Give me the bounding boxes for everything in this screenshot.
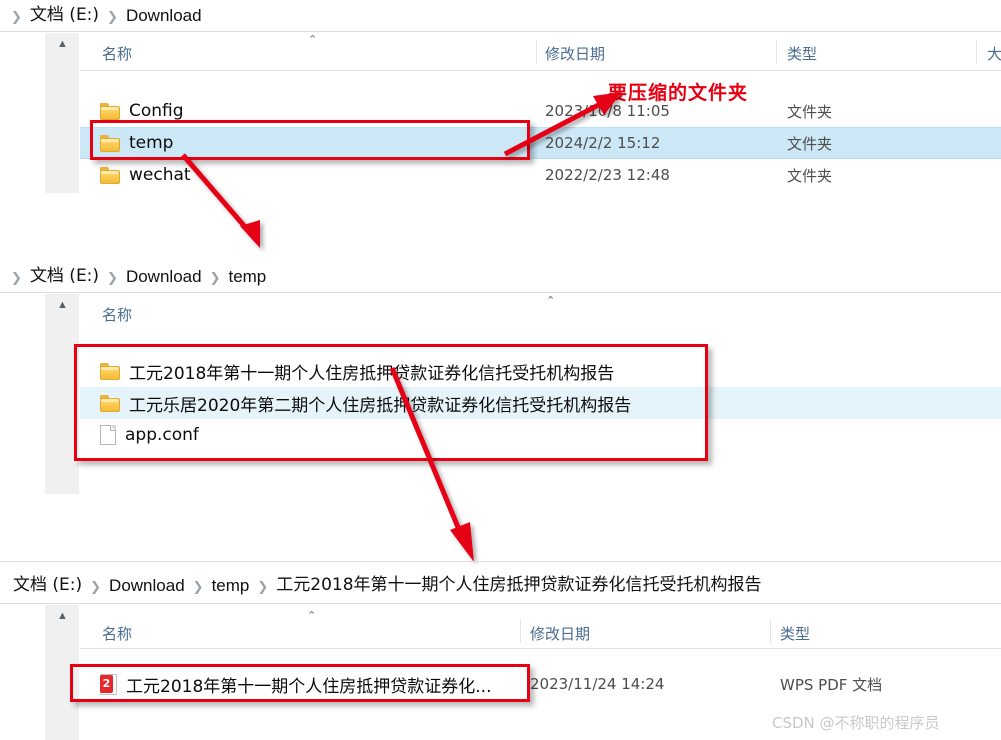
- file-name-cell[interactable]: wechat: [100, 165, 191, 185]
- sort-ascending-icon: ⌃: [546, 294, 556, 307]
- file-type-cell: WPS PDF 文档: [780, 675, 883, 694]
- file-name-cell[interactable]: 2 工元2018年第十一期个人住房抵押贷款证券化...: [100, 672, 491, 697]
- column-header-type[interactable]: 类型: [787, 43, 817, 64]
- breadcrumb-item-download[interactable]: Download: [123, 268, 205, 285]
- breadcrumb-chevron-icon[interactable]: ❯: [252, 579, 273, 595]
- date-modified-cell: 2023/11/24 14:24: [530, 675, 665, 693]
- sort-ascending-icon: ⌃: [307, 609, 317, 622]
- column-header-row-temp: ⌃ 名称: [80, 294, 1001, 332]
- file-name-label: 工元2018年第十一期个人住房抵押贷款证券化...: [126, 676, 492, 697]
- file-name-label: 工元2018年第十一期个人住房抵押贷款证券化信托受托机构报告: [129, 363, 615, 384]
- breadcrumb-item-report[interactable]: 工元2018年第十一期个人住房抵押贷款证券化信托受托机构报告: [273, 577, 764, 594]
- table-row[interactable]: 2 工元2018年第十一期个人住房抵押贷款证券化... 2023/11/24 1…: [80, 668, 1001, 700]
- breadcrumb-chevron-icon[interactable]: ❯: [205, 270, 226, 286]
- breadcrumb-item-download[interactable]: Download: [106, 577, 188, 594]
- vertical-scrollbar-temp[interactable]: ▲: [45, 294, 80, 494]
- screenshot-root: ❯ 文档 (E:) ❯ Download ▲ ⌃ 名称 修改日期 类型 大 Co…: [0, 0, 1001, 740]
- file-name-cell[interactable]: temp: [100, 133, 173, 153]
- column-header-size[interactable]: 大: [987, 43, 1001, 64]
- breadcrumb-item-drive[interactable]: 文档 (E:): [10, 577, 85, 594]
- pdf-file-icon: 2: [100, 673, 117, 695]
- file-type-cell: 文件夹: [787, 102, 833, 121]
- pdf-badge-glyph: 2: [100, 674, 113, 693]
- date-modified-cell: 2022/2/23 12:48: [545, 166, 670, 184]
- column-divider[interactable]: [520, 619, 521, 643]
- file-name-label: Config: [129, 101, 184, 121]
- column-header-name[interactable]: 名称: [102, 304, 132, 325]
- table-row[interactable]: 工元2018年第十一期个人住房抵押贷款证券化信托受托机构报告: [80, 355, 1001, 387]
- breadcrumb-bar-temp[interactable]: ❯ 文档 (E:) ❯ Download ❯ temp: [0, 261, 1001, 293]
- table-row[interactable]: app.conf: [80, 419, 1001, 451]
- folder-icon: [100, 134, 120, 152]
- csdn-watermark: CSDN @不称职的程序员: [772, 714, 940, 732]
- breadcrumb-item-temp[interactable]: temp: [209, 577, 253, 594]
- folder-icon: [100, 102, 120, 120]
- table-row[interactable]: temp 2024/2/2 15:12 文件夹: [80, 127, 1001, 159]
- sort-ascending-icon: ⌃: [308, 33, 318, 46]
- column-divider[interactable]: [536, 40, 537, 64]
- table-row[interactable]: 工元乐居2020年第二期个人住房抵押贷款证券化信托受托机构报告: [80, 387, 1001, 419]
- file-type-cell: 文件夹: [787, 134, 833, 153]
- file-name-label: 工元乐居2020年第二期个人住房抵押贷款证券化信托受托机构报告: [129, 395, 632, 416]
- file-name-cell[interactable]: 工元乐居2020年第二期个人住房抵押贷款证券化信托受托机构报告: [100, 391, 631, 416]
- breadcrumb-chevron-icon: ❯: [11, 8, 22, 24]
- breadcrumb-chevron-icon[interactable]: ❯: [188, 579, 209, 595]
- panel-separator: [0, 561, 1001, 562]
- breadcrumb-bar-download[interactable]: ❯ 文档 (E:) ❯ Download: [0, 0, 1001, 32]
- breadcrumb-item-temp[interactable]: temp: [225, 268, 269, 285]
- scroll-up-icon[interactable]: ▲: [45, 300, 80, 311]
- breadcrumb-item-drive[interactable]: 文档 (E:): [27, 268, 102, 285]
- column-header-name[interactable]: 名称: [102, 623, 132, 644]
- column-header-type[interactable]: 类型: [780, 623, 810, 644]
- breadcrumb-item-download[interactable]: Download: [123, 7, 205, 24]
- scroll-up-icon[interactable]: ▲: [45, 611, 80, 622]
- breadcrumb-chevron-icon: ❯: [11, 269, 22, 285]
- table-row[interactable]: Config 2023/10/8 11:05 文件夹: [80, 95, 1001, 127]
- breadcrumb-chevron-icon[interactable]: ❯: [102, 270, 123, 286]
- annotation-label-compress-folder: 要压缩的文件夹: [608, 82, 749, 104]
- file-name-label: app.conf: [125, 425, 199, 445]
- column-header-row-download: ⌃ 名称 修改日期 类型 大: [80, 33, 1001, 71]
- file-list-download: ▲ ⌃ 名称 修改日期 类型 大 Config 2023/10/8 11:05 …: [0, 33, 1001, 193]
- breadcrumb-item-drive[interactable]: 文档 (E:): [27, 7, 102, 24]
- column-divider[interactable]: [976, 40, 977, 64]
- breadcrumb-chevron-icon[interactable]: ❯: [102, 9, 123, 25]
- file-name-label: temp: [129, 133, 174, 153]
- breadcrumb-bar-report[interactable]: 文档 (E:) ❯ Download ❯ temp ❯ 工元2018年第十一期个…: [0, 568, 1001, 604]
- vertical-scrollbar-report[interactable]: ▲: [45, 605, 80, 740]
- breadcrumb-chevron-icon[interactable]: ❯: [85, 579, 106, 595]
- file-name-cell[interactable]: 工元2018年第十一期个人住房抵押贷款证券化信托受托机构报告: [100, 359, 614, 384]
- column-header-date[interactable]: 修改日期: [545, 43, 605, 64]
- column-divider[interactable]: [770, 619, 771, 643]
- file-list-temp: ▲ ⌃ 名称 工元2018年第十一期个人住房抵押贷款证券化信托受托机构报告 工元…: [0, 294, 1001, 494]
- file-name-label: wechat: [129, 165, 191, 185]
- folder-icon: [100, 362, 120, 380]
- file-name-cell[interactable]: Config: [100, 101, 184, 121]
- column-divider[interactable]: [776, 40, 777, 64]
- column-header-date[interactable]: 修改日期: [530, 623, 590, 644]
- column-header-name[interactable]: 名称: [102, 43, 132, 64]
- folder-icon: [100, 166, 120, 184]
- scroll-up-icon[interactable]: ▲: [45, 39, 80, 50]
- file-type-cell: 文件夹: [787, 166, 833, 185]
- file-name-cell[interactable]: app.conf: [100, 425, 199, 445]
- table-row[interactable]: wechat 2022/2/23 12:48 文件夹: [80, 159, 1001, 191]
- file-icon: [100, 425, 116, 445]
- date-modified-cell: 2024/2/2 15:12: [545, 134, 661, 152]
- column-header-row-report: ⌃ 名称 修改日期 类型: [80, 605, 1001, 649]
- vertical-scrollbar-download[interactable]: ▲: [45, 33, 80, 193]
- folder-icon: [100, 394, 120, 412]
